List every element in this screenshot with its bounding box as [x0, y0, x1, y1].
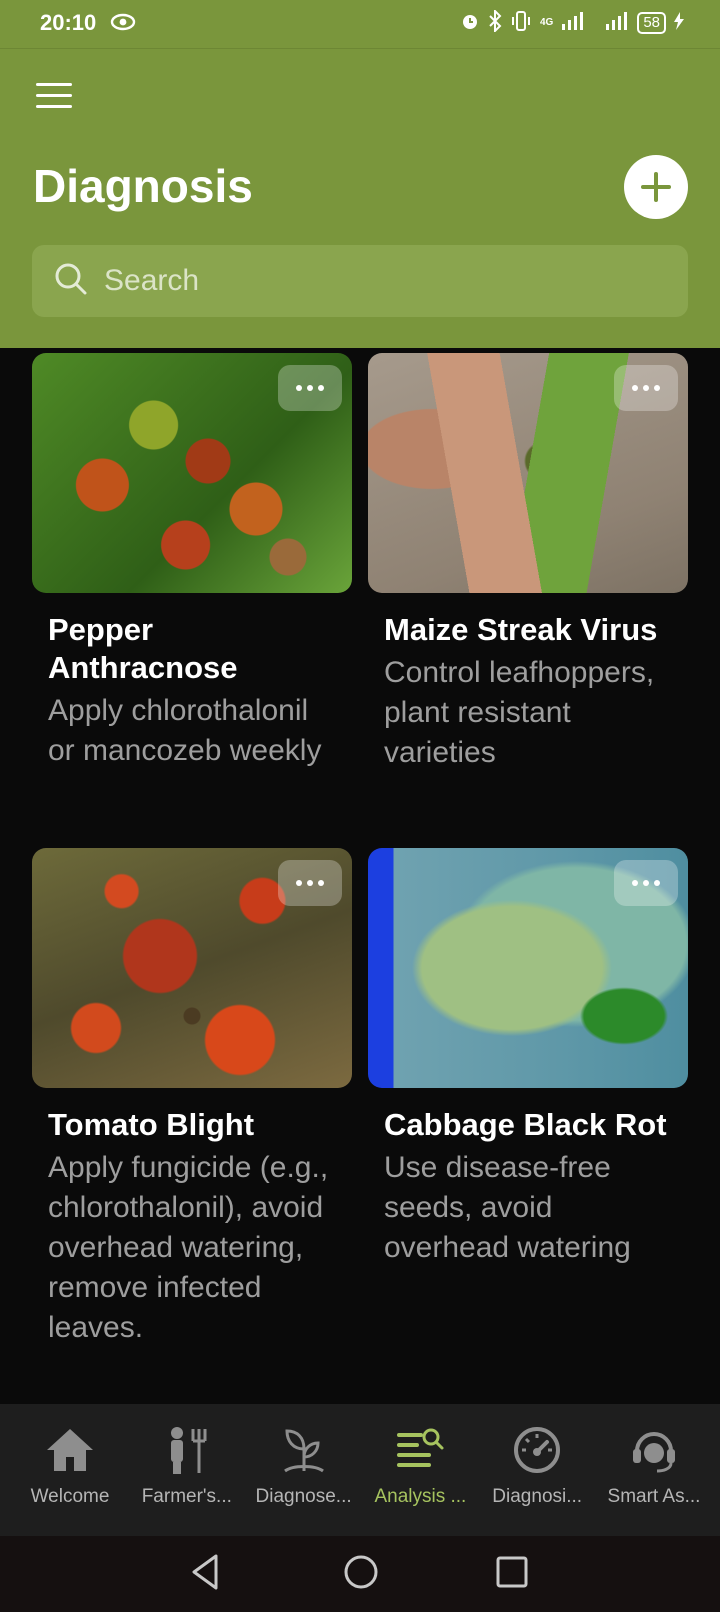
- nav-label: Diagnose...: [255, 1486, 352, 1507]
- search-bar[interactable]: [32, 245, 688, 317]
- card-image-tomato: [32, 848, 352, 1088]
- vibrate-icon: [510, 10, 532, 35]
- diagnosis-card[interactable]: Cabbage Black Rot Use disease-free seeds…: [368, 848, 688, 1268]
- search-icon: [54, 262, 88, 301]
- app-header: Diagnosis: [0, 48, 720, 348]
- status-time: 20:10: [40, 10, 97, 35]
- more-options-button[interactable]: [278, 860, 342, 906]
- card-description: Use disease-free seeds, avoid overhead w…: [384, 1151, 631, 1264]
- hamburger-icon: [36, 83, 72, 86]
- home-button[interactable]: [342, 1552, 380, 1597]
- nav-item-smart-assistant[interactable]: Smart As...: [598, 1422, 710, 1536]
- more-options-button[interactable]: [278, 365, 342, 411]
- system-nav-bar: [0, 1536, 720, 1612]
- eye-icon: [110, 12, 136, 37]
- nav-item-diagnose[interactable]: Diagnose...: [248, 1422, 360, 1536]
- status-bar: 20:10 4G 58: [0, 0, 720, 48]
- card-title: Cabbage Black Rot: [384, 1107, 667, 1142]
- recents-button[interactable]: [494, 1552, 530, 1597]
- more-options-button[interactable]: [614, 365, 678, 411]
- search-input[interactable]: [104, 264, 664, 298]
- plant-icon: [279, 1422, 329, 1478]
- card-description: Control leafhoppers, plant resistant var…: [384, 656, 655, 769]
- analysis-search-icon: [395, 1422, 445, 1478]
- card-description: Apply chlorothalonil or mancozeb weekly: [48, 694, 322, 767]
- bluetooth-icon: [488, 8, 502, 35]
- card-description: Apply fungicide (e.g., chlorothalonil), …: [48, 1151, 329, 1344]
- card-title: Tomato Blight: [48, 1107, 255, 1142]
- bottom-navigation: Welcome Farmer's... Diagnose... Analysis…: [0, 1404, 720, 1536]
- alarm-icon: [460, 11, 480, 34]
- diagnosis-card[interactable]: Maize Streak Virus Control leafhoppers, …: [368, 353, 688, 773]
- nav-label: Welcome: [30, 1486, 110, 1507]
- nav-label: Analysis ...: [374, 1486, 467, 1507]
- battery-level: 58: [637, 11, 666, 34]
- nav-item-analysis[interactable]: Analysis ...: [364, 1422, 476, 1536]
- card-image-pepper: [32, 353, 352, 593]
- charging-icon: [674, 12, 684, 33]
- back-button[interactable]: [188, 1552, 222, 1597]
- more-options-button[interactable]: [614, 860, 678, 906]
- nav-item-welcome[interactable]: Welcome: [14, 1422, 126, 1536]
- nav-item-diagnosis[interactable]: Diagnosi...: [481, 1422, 593, 1536]
- nav-label: Farmer's...: [141, 1486, 232, 1507]
- status-icons: 4G 58: [460, 8, 684, 35]
- card-image-cabbage: [368, 848, 688, 1088]
- diagnosis-card[interactable]: Tomato Blight Apply fungicide (e.g., chl…: [32, 848, 352, 1348]
- signal-icon-2: [605, 12, 629, 33]
- home-icon: [45, 1422, 95, 1478]
- app-root: 20:10 4G 58 Diagnosis Search Pepper Anth…: [0, 0, 720, 1612]
- page-title: Diagnosis: [33, 160, 253, 212]
- assistant-headset-icon: [629, 1422, 679, 1478]
- menu-button[interactable]: [36, 83, 76, 113]
- gauge-icon: [512, 1422, 562, 1478]
- card-image-maize: [368, 353, 688, 593]
- add-button[interactable]: [624, 155, 688, 219]
- nav-label: Diagnosi...: [492, 1486, 583, 1507]
- nav-label: Smart As...: [607, 1486, 701, 1507]
- card-title: Pepper Anthracnose: [48, 612, 238, 685]
- farmer-tools-icon: [165, 1422, 209, 1478]
- card-title: Maize Streak Virus: [384, 612, 658, 647]
- network-type: 4G: [539, 17, 554, 28]
- signal-icon: [561, 12, 585, 33]
- nav-item-farmers[interactable]: Farmer's...: [131, 1422, 243, 1536]
- diagnosis-card[interactable]: Pepper Anthracnose Apply chlorothalonil …: [32, 353, 352, 771]
